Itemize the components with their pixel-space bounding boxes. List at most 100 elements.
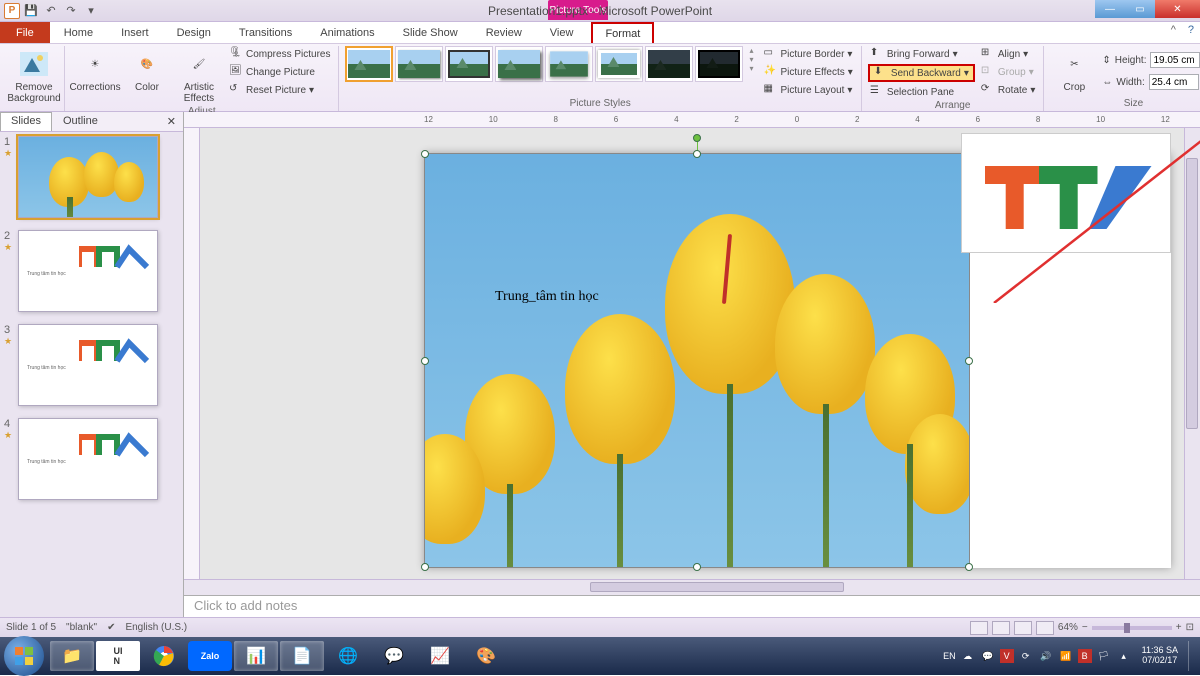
tab-view[interactable]: View (536, 22, 588, 43)
picture-layout-button[interactable]: ▦Picture Layout ▾ (761, 82, 854, 98)
width-input[interactable] (1149, 74, 1199, 90)
normal-view-button[interactable] (970, 621, 988, 635)
vertical-scrollbar[interactable] (1184, 128, 1200, 579)
style-gallery-item[interactable] (495, 46, 543, 82)
tab-insert[interactable]: Insert (107, 22, 163, 43)
slide-thumbnail[interactable]: Trung tâm tin học (18, 230, 158, 312)
color-button[interactable]: 🎨 Color (123, 46, 171, 95)
align-button[interactable]: ⊞Align ▾ (979, 46, 1038, 62)
qat-dropdown-icon[interactable]: ▾ (82, 2, 100, 20)
tab-format[interactable]: Format (591, 22, 654, 43)
panel-close-icon[interactable]: ✕ (160, 112, 183, 131)
selected-picture[interactable]: Trung_tâm tin học (424, 153, 970, 568)
logo-image[interactable] (961, 133, 1171, 253)
tray-expand-icon[interactable]: ▴ (1116, 648, 1132, 664)
taskbar-excel-icon[interactable]: 📈 (418, 641, 462, 671)
rotation-handle[interactable] (693, 134, 701, 142)
tab-home[interactable]: Home (50, 22, 107, 43)
redo-icon[interactable]: ↷ (62, 2, 80, 20)
minimize-button[interactable]: — (1095, 0, 1125, 18)
selection-pane-button[interactable]: ☰Selection Pane (868, 84, 975, 100)
close-button[interactable]: ✕ (1155, 0, 1200, 18)
resize-handle[interactable] (693, 563, 701, 571)
change-picture-button[interactable]: 🖼Change Picture (227, 64, 332, 80)
tab-animations[interactable]: Animations (306, 22, 388, 43)
canvas-area[interactable]: Trung_tâm tin học (184, 128, 1200, 579)
thumb-row[interactable]: 4★ Trung tâm tin học (4, 418, 179, 500)
language-indicator[interactable]: English (U.S.) (125, 622, 187, 633)
horizontal-scrollbar[interactable] (184, 579, 1200, 595)
style-gallery-item[interactable] (595, 46, 643, 82)
style-gallery-item[interactable] (545, 46, 593, 82)
gallery-more-icon[interactable]: ▴▾▾ (749, 46, 753, 73)
tab-transitions[interactable]: Transitions (225, 22, 306, 43)
taskbar-coccoc-icon[interactable]: 🌐 (326, 641, 370, 671)
start-button[interactable] (4, 636, 44, 676)
taskbar-skype-icon[interactable]: 💬 (372, 641, 416, 671)
thumb-row[interactable]: 2★ Trung tâm tin học (4, 230, 179, 312)
notes-pane[interactable]: Click to add notes (184, 595, 1200, 617)
taskbar-zalo-icon[interactable]: Zalo (188, 641, 232, 671)
slides-tab[interactable]: Slides (0, 112, 52, 131)
slide-thumbnail[interactable]: Trung tâm tin học (18, 324, 158, 406)
slide-canvas[interactable]: Trung_tâm tin học (424, 153, 1171, 568)
sorter-view-button[interactable] (992, 621, 1010, 635)
maximize-button[interactable]: ▭ (1125, 0, 1155, 18)
reading-view-button[interactable] (1014, 621, 1032, 635)
tray-volume-icon[interactable]: 🔊 (1038, 648, 1054, 664)
resize-handle[interactable] (693, 150, 701, 158)
thumb-row[interactable]: 3★ Trung tâm tin học (4, 324, 179, 406)
compress-pictures-button[interactable]: 🗜Compress Pictures (227, 46, 332, 62)
help-icon[interactable]: ? (1182, 22, 1200, 43)
show-desktop-button[interactable] (1188, 641, 1196, 671)
slide-thumbnail[interactable] (18, 136, 158, 218)
remove-background-button[interactable]: Remove Background (10, 46, 58, 106)
fit-to-window-button[interactable]: ⊡ (1186, 622, 1194, 633)
app-icon[interactable]: P (4, 3, 20, 19)
reset-picture-button[interactable]: ↺Reset Picture ▾ (227, 82, 332, 98)
tab-design[interactable]: Design (163, 22, 225, 43)
bring-forward-button[interactable]: ⬆Bring Forward ▾ (868, 46, 975, 62)
tray-flag-icon[interactable]: 🏳 (1096, 648, 1112, 664)
style-gallery-item[interactable] (645, 46, 693, 82)
style-gallery-item[interactable] (445, 46, 493, 82)
tab-file[interactable]: File (0, 22, 50, 43)
save-icon[interactable]: 💾 (22, 2, 40, 20)
zoom-out-button[interactable]: − (1082, 622, 1088, 633)
taskbar-explorer-icon[interactable]: 📁 (50, 641, 94, 671)
resize-handle[interactable] (421, 563, 429, 571)
style-gallery-item[interactable] (395, 46, 443, 82)
taskbar-chrome-icon[interactable] (142, 641, 186, 671)
ribbon-minimize-icon[interactable]: ^ (1165, 22, 1182, 43)
crop-button[interactable]: ✂ Crop (1050, 46, 1098, 95)
artistic-effects-button[interactable]: 🖌 Artistic Effects (175, 46, 223, 106)
rotate-button[interactable]: ⟳Rotate ▾ (979, 82, 1038, 98)
style-gallery-item[interactable] (345, 46, 393, 82)
corrections-button[interactable]: ☀ Corrections (71, 46, 119, 95)
thumb-row[interactable]: 1★ (4, 136, 179, 218)
group-button[interactable]: ⊡Group ▾ (979, 64, 1038, 80)
lang-indicator[interactable]: EN (943, 651, 956, 661)
resize-handle[interactable] (421, 357, 429, 365)
slide-thumbnail[interactable]: Trung tâm tin học (18, 418, 158, 500)
resize-handle[interactable] (965, 357, 973, 365)
tray-chat-icon[interactable]: 💬 (980, 648, 996, 664)
taskbar-clock[interactable]: 11:36 SA 07/02/17 (1136, 646, 1184, 666)
outline-tab[interactable]: Outline (52, 112, 109, 131)
slideshow-view-button[interactable] (1036, 621, 1054, 635)
spellcheck-icon[interactable]: ✔ (107, 622, 115, 633)
picture-border-button[interactable]: ▭Picture Border ▾ (761, 46, 854, 62)
zoom-in-button[interactable]: + (1176, 622, 1182, 633)
tray-v-icon[interactable]: V (1000, 649, 1014, 663)
zoom-slider[interactable] (1092, 626, 1172, 630)
picture-effects-button[interactable]: ✨Picture Effects ▾ (761, 64, 854, 80)
resize-handle[interactable] (965, 563, 973, 571)
tray-b-icon[interactable]: B (1078, 649, 1092, 663)
tray-cloud-icon[interactable]: ☁ (960, 648, 976, 664)
tray-network-icon[interactable]: 📶 (1058, 648, 1074, 664)
taskbar-word-icon[interactable]: 📄 (280, 641, 324, 671)
send-backward-button[interactable]: ⬇Send Backward ▾ (868, 64, 975, 82)
tab-review[interactable]: Review (472, 22, 536, 43)
height-input[interactable] (1150, 52, 1200, 68)
undo-icon[interactable]: ↶ (42, 2, 60, 20)
